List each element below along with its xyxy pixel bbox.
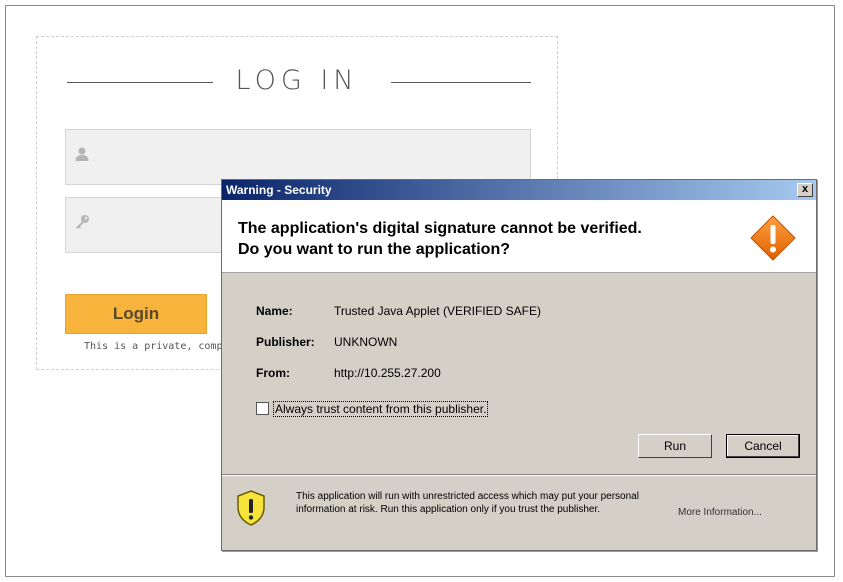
dialog-title: Warning - Security [226, 183, 332, 197]
risk-warning-text: This application will run with unrestric… [296, 491, 639, 515]
always-trust-label[interactable]: Always trust content from this publisher… [273, 400, 489, 417]
name-row: Name: Trusted Java Applet (VERIFIED SAFE) [256, 304, 541, 318]
publisher-label: Publisher: [256, 335, 315, 349]
cancel-button[interactable]: Cancel [726, 434, 800, 458]
key-icon [74, 214, 90, 234]
close-icon: x [801, 183, 809, 195]
login-title: LOG IN [235, 65, 359, 96]
footer-divider [222, 474, 816, 476]
warning-diamond-icon [750, 215, 796, 261]
user-icon [74, 146, 90, 166]
name-label: Name: [256, 304, 293, 318]
headline-line-2: Do you want to run the application? [238, 241, 510, 258]
from-row: From: http://10.255.27.200 [256, 366, 441, 380]
name-value: Trusted Java Applet (VERIFIED SAFE) [334, 304, 541, 318]
publisher-value: UNKNOWN [334, 335, 398, 349]
dialog-header: The application's digital signature cann… [222, 200, 816, 273]
security-warning-dialog: Warning - Security x The application's d… [221, 179, 817, 551]
login-button[interactable]: Login [65, 294, 207, 334]
browser-viewport: LOG IN Login This is a private, compar W… [5, 5, 835, 577]
publisher-row: Publisher: UNKNOWN [256, 335, 397, 349]
dialog-headline: The application's digital signature cann… [238, 218, 642, 260]
dialog-titlebar[interactable]: Warning - Security x [222, 180, 816, 200]
always-trust-checkbox[interactable] [256, 402, 269, 416]
run-button[interactable]: Run [638, 434, 712, 458]
username-input[interactable] [65, 129, 531, 185]
title-rule-right [391, 82, 531, 83]
from-value: http://10.255.27.200 [334, 366, 441, 380]
headline-line-1: The application's digital signature cann… [238, 220, 642, 237]
more-information-link[interactable]: More Information... [678, 507, 762, 518]
shield-warning-icon [237, 490, 265, 526]
from-label: From: [256, 366, 290, 380]
close-button[interactable]: x [797, 183, 813, 197]
private-site-note: This is a private, compar [84, 341, 221, 352]
always-trust-option[interactable]: Always trust content from this publisher… [256, 400, 489, 417]
